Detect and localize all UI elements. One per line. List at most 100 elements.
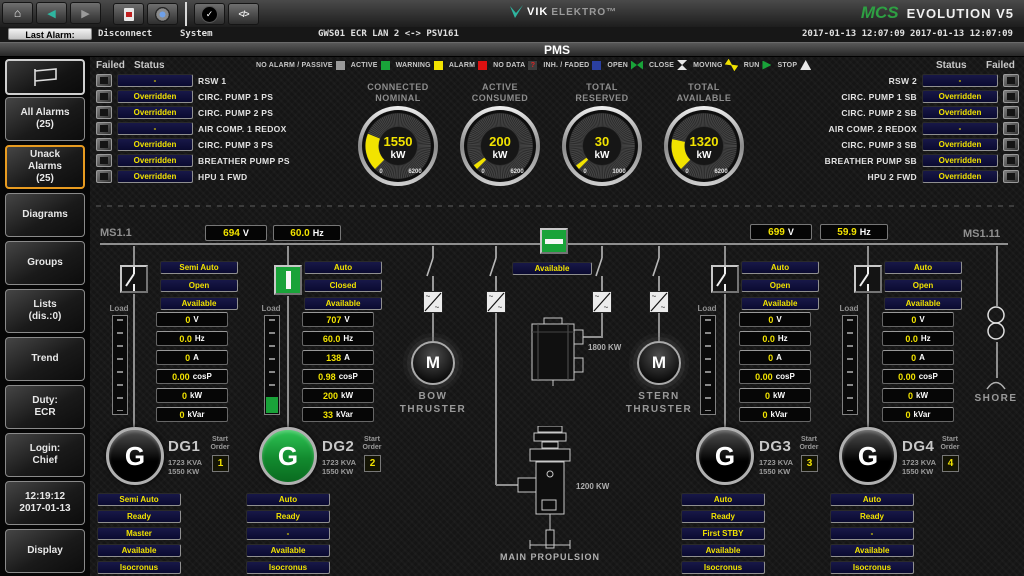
dg4-breaker[interactable] bbox=[854, 265, 882, 293]
state-button[interactable]: Isocronus bbox=[830, 561, 914, 574]
state-button[interactable]: Auto bbox=[681, 493, 765, 506]
state-button[interactable]: Available bbox=[246, 544, 330, 557]
state-button[interactable]: Available bbox=[97, 544, 181, 557]
sidebar-item[interactable]: Display bbox=[5, 529, 85, 573]
consumer-status-button[interactable]: Overridden bbox=[922, 154, 998, 167]
failed-checkbox[interactable] bbox=[1003, 122, 1019, 135]
acknowledge-button[interactable]: ✓ bbox=[194, 3, 225, 25]
state-button[interactable]: Ready bbox=[97, 510, 181, 523]
state-button[interactable]: Available bbox=[741, 297, 819, 310]
consumer-status-button[interactable]: Overridden bbox=[117, 154, 193, 167]
propulsion-motor-disconnect[interactable] bbox=[594, 246, 610, 292]
forward-button[interactable]: ▶ bbox=[70, 2, 101, 24]
failed-checkbox[interactable] bbox=[1003, 90, 1019, 103]
state-button[interactable]: Available bbox=[160, 297, 238, 310]
state-button[interactable]: Available bbox=[304, 297, 382, 310]
failed-checkbox[interactable] bbox=[96, 154, 112, 167]
consumer-status-button[interactable]: Overridden bbox=[117, 106, 193, 119]
state-button[interactable]: - bbox=[830, 527, 914, 540]
failed-checkbox[interactable] bbox=[1003, 154, 1019, 167]
consumer-status-button[interactable]: Overridden bbox=[922, 138, 998, 151]
failed-checkbox[interactable] bbox=[96, 122, 112, 135]
state-button[interactable]: First STBY bbox=[681, 527, 765, 540]
stern-thruster-converter[interactable]: ~~ bbox=[649, 291, 669, 313]
consumer-status-button[interactable]: - bbox=[117, 122, 193, 135]
state-button[interactable]: Semi Auto bbox=[97, 493, 181, 506]
sidebar-item[interactable]: Trend bbox=[5, 337, 85, 381]
consumer-status-button[interactable]: - bbox=[922, 74, 998, 87]
dg3-breaker[interactable] bbox=[711, 265, 739, 293]
bow-thruster-converter[interactable]: ~~ bbox=[423, 291, 443, 313]
dg2-breaker[interactable] bbox=[274, 265, 302, 295]
stern-thruster-disconnect[interactable] bbox=[651, 246, 667, 292]
state-button[interactable]: Auto bbox=[304, 261, 382, 274]
back-button[interactable]: ◀ bbox=[36, 2, 67, 24]
state-button[interactable]: Auto bbox=[830, 493, 914, 506]
state-button[interactable]: Isocronus bbox=[681, 561, 765, 574]
dg3-generator-badge[interactable]: G bbox=[696, 427, 754, 485]
state-button[interactable]: Ready bbox=[246, 510, 330, 523]
failed-checkbox[interactable] bbox=[1003, 170, 1019, 183]
sidebar-item[interactable]: 12:19:12 2017-01-13 bbox=[5, 481, 85, 525]
dg2-generator-badge[interactable]: G bbox=[259, 427, 317, 485]
state-button[interactable]: Closed bbox=[304, 279, 382, 292]
state-button[interactable]: Auto bbox=[884, 261, 962, 274]
report-button[interactable] bbox=[113, 3, 144, 25]
bow-thruster-motor[interactable]: M bbox=[411, 341, 455, 385]
consumer-status-button[interactable]: - bbox=[922, 122, 998, 135]
consumer-status-button[interactable]: Overridden bbox=[922, 106, 998, 119]
failed-checkbox[interactable] bbox=[96, 138, 112, 151]
sidebar-item[interactable]: Unack Alarms (25) bbox=[5, 145, 85, 189]
state-button[interactable]: Ready bbox=[830, 510, 914, 523]
consumer-status-button[interactable]: Overridden bbox=[117, 90, 193, 103]
state-button[interactable]: Open bbox=[884, 279, 962, 292]
state-button[interactable]: Open bbox=[160, 279, 238, 292]
dg1-generator-badge[interactable]: G bbox=[106, 427, 164, 485]
state-button[interactable]: Auto bbox=[246, 493, 330, 506]
state-button[interactable]: Available bbox=[681, 544, 765, 557]
sidebar-item[interactable]: Duty: ECR bbox=[5, 385, 85, 429]
state-button[interactable]: Master bbox=[97, 527, 181, 540]
state-button[interactable]: - bbox=[246, 527, 330, 540]
failed-checkbox[interactable] bbox=[1003, 74, 1019, 87]
state-button[interactable]: Isocronus bbox=[246, 561, 330, 574]
state-button[interactable]: Available bbox=[884, 297, 962, 310]
settings-button[interactable] bbox=[147, 3, 178, 25]
sidebar-item[interactable]: All Alarms (25) bbox=[5, 97, 85, 141]
stern-thruster-motor[interactable]: M bbox=[637, 341, 681, 385]
propulsion-gear-disconnect[interactable] bbox=[488, 246, 504, 292]
failed-checkbox[interactable] bbox=[1003, 106, 1019, 119]
state-button[interactable]: Semi Auto bbox=[160, 261, 238, 274]
consumer-status-button[interactable]: Overridden bbox=[922, 170, 998, 183]
sidebar-item[interactable]: Diagrams bbox=[5, 193, 85, 237]
consumer-status-button[interactable]: - bbox=[117, 74, 193, 87]
failed-checkbox[interactable] bbox=[1003, 138, 1019, 151]
state-button[interactable]: Open bbox=[741, 279, 819, 292]
state-button[interactable]: Isocronus bbox=[97, 561, 181, 574]
sidebar-item[interactable]: Lists (dis.:0) bbox=[5, 289, 85, 333]
propulsion-motor-converter[interactable]: ~~ bbox=[592, 291, 612, 313]
state-button[interactable]: Auto bbox=[741, 261, 819, 274]
failed-checkbox[interactable] bbox=[96, 74, 112, 87]
sidebar-item[interactable]: Login: Chief bbox=[5, 433, 85, 477]
dg1-breaker[interactable] bbox=[120, 265, 148, 293]
bus-tie-breaker[interactable] bbox=[540, 228, 568, 254]
last-alarm-button[interactable]: Last Alarm: bbox=[8, 28, 92, 40]
alarm-page-button[interactable] bbox=[5, 59, 85, 95]
consumer-status-button[interactable]: Overridden bbox=[117, 138, 193, 151]
failed-checkbox[interactable] bbox=[96, 170, 112, 183]
shore-transformer-icon[interactable] bbox=[983, 306, 1009, 342]
state-button[interactable]: Available bbox=[830, 544, 914, 557]
home-button[interactable]: ⌂ bbox=[2, 2, 33, 24]
consumer-status-button[interactable]: Overridden bbox=[922, 90, 998, 103]
code-view-button[interactable]: </> bbox=[228, 3, 259, 25]
bus-tie-status-button[interactable]: Available bbox=[512, 262, 592, 275]
consumer-status-button[interactable]: Overridden bbox=[117, 170, 193, 183]
propulsion-gear-converter[interactable]: ~~ bbox=[486, 291, 506, 313]
failed-checkbox[interactable] bbox=[96, 106, 112, 119]
state-button[interactable]: Ready bbox=[681, 510, 765, 523]
failed-checkbox[interactable] bbox=[96, 90, 112, 103]
dg4-generator-badge[interactable]: G bbox=[839, 427, 897, 485]
sidebar-item[interactable]: Groups bbox=[5, 241, 85, 285]
bow-thruster-disconnect[interactable] bbox=[425, 246, 441, 292]
